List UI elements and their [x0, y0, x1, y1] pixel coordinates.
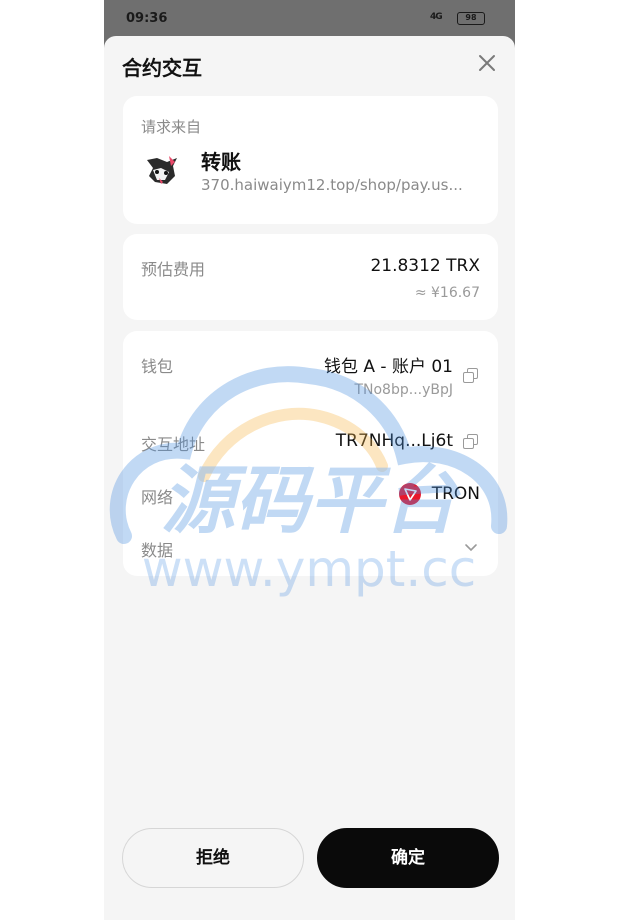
- fee-amount: 21.8312 TRX: [370, 256, 480, 276]
- status-time: 09:36: [126, 11, 168, 26]
- fee-card: 预估费用 21.8312 TRX ≈ ¥16.67: [123, 234, 498, 320]
- reject-button[interactable]: 拒绝: [122, 828, 304, 888]
- network-label: 网络: [141, 488, 174, 507]
- contract-address: TR7NHq...Lj6t: [335, 431, 453, 451]
- request-source-card: 请求来自 转账 370.haiwaiym12.top/shop/pay.us..…: [123, 96, 498, 224]
- dapp-avatar: [140, 149, 182, 191]
- fee-fiat: ≈ ¥16.67: [414, 285, 480, 301]
- wallet-label: 钱包: [141, 357, 174, 376]
- close-icon[interactable]: [474, 50, 500, 76]
- status-bar: 09:36 4G 98: [104, 0, 515, 36]
- dapp-url: 370.haiwaiym12.top/shop/pay.us...: [201, 176, 463, 194]
- copy-icon[interactable]: [463, 368, 478, 383]
- request-source-label: 请求来自: [141, 118, 202, 136]
- signal-icon: 4G: [430, 12, 443, 22]
- tron-logo-icon: [399, 483, 421, 505]
- chevron-down-icon[interactable]: [463, 539, 479, 555]
- dapp-name: 转账: [201, 150, 241, 174]
- sheet-title: 合约交互: [122, 56, 202, 80]
- contract-label: 交互地址: [141, 435, 206, 454]
- fee-label: 预估费用: [141, 260, 206, 279]
- copy-icon[interactable]: [463, 434, 478, 449]
- network-name: TRON: [431, 484, 480, 504]
- wallet-name: 钱包 A - 账户 01: [323, 357, 453, 377]
- phone-screen: 09:36 4G 98 合约交互 请求来自 转账 370.haiwaiym12.…: [104, 0, 515, 920]
- battery-icon: 98: [457, 12, 485, 25]
- data-label[interactable]: 数据: [141, 537, 173, 561]
- confirm-button[interactable]: 确定: [317, 828, 499, 888]
- details-card: 钱包 钱包 A - 账户 01 TNo8bp...yBpJ 交互地址 TR7NH…: [123, 331, 498, 576]
- contract-interaction-sheet: 合约交互 请求来自 转账 370.haiwaiym12.top/shop/pay…: [104, 36, 515, 920]
- wallet-address: TNo8bp...yBpJ: [354, 382, 453, 398]
